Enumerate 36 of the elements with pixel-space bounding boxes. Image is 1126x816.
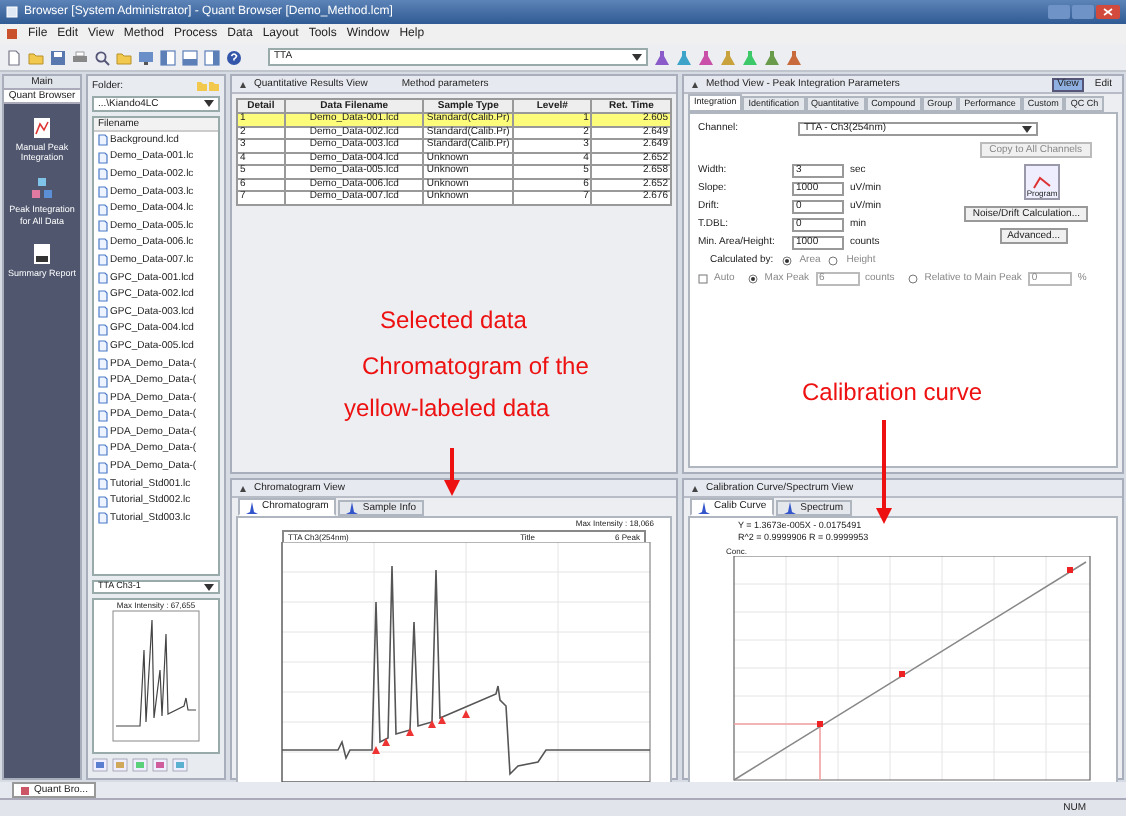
annotation-text: Selected data (380, 308, 527, 332)
mini-chromatogram-drawing (112, 610, 200, 742)
graph-icon (1032, 174, 1052, 190)
dropdown-arrow-icon (632, 53, 642, 61)
pin-icon[interactable] (690, 79, 700, 89)
annotation-arrow (876, 420, 892, 524)
panel-icon[interactable] (160, 49, 176, 65)
save-icon[interactable] (50, 49, 66, 65)
annotation-text: Chromatogram of the (362, 354, 589, 378)
window-controls-icon[interactable] (1048, 4, 1120, 20)
pin-icon[interactable] (238, 79, 248, 89)
dropdown-arrow-icon (204, 583, 214, 591)
radio-button[interactable] (781, 256, 792, 266)
radio-button[interactable] (828, 256, 839, 266)
chart-document-icon[interactable] (32, 116, 52, 140)
annotation-text: Calibration curve (802, 380, 983, 404)
dropdown-arrow-icon (204, 100, 214, 108)
search-icon[interactable] (94, 49, 110, 65)
dropdown-arrow-icon (1022, 125, 1032, 133)
window-icon (20, 785, 30, 795)
folder-icon[interactable] (116, 49, 132, 65)
panel-icon[interactable] (182, 49, 198, 65)
app-icon (6, 6, 18, 18)
monitor-icon[interactable] (138, 49, 154, 65)
folder-icon[interactable] (28, 49, 44, 65)
help-icon[interactable] (226, 49, 242, 65)
app-menu-icon[interactable] (6, 28, 18, 40)
pin-icon[interactable] (690, 483, 700, 493)
network-icon[interactable] (32, 178, 52, 203)
panel-icon[interactable] (204, 49, 220, 65)
pin-icon[interactable] (238, 483, 248, 493)
print-icon[interactable] (72, 49, 88, 65)
report-icon[interactable] (32, 241, 52, 266)
file-icon[interactable] (6, 49, 22, 65)
annotation-text: yellow-labeled data (344, 396, 550, 420)
annotation-arrow (444, 448, 460, 496)
